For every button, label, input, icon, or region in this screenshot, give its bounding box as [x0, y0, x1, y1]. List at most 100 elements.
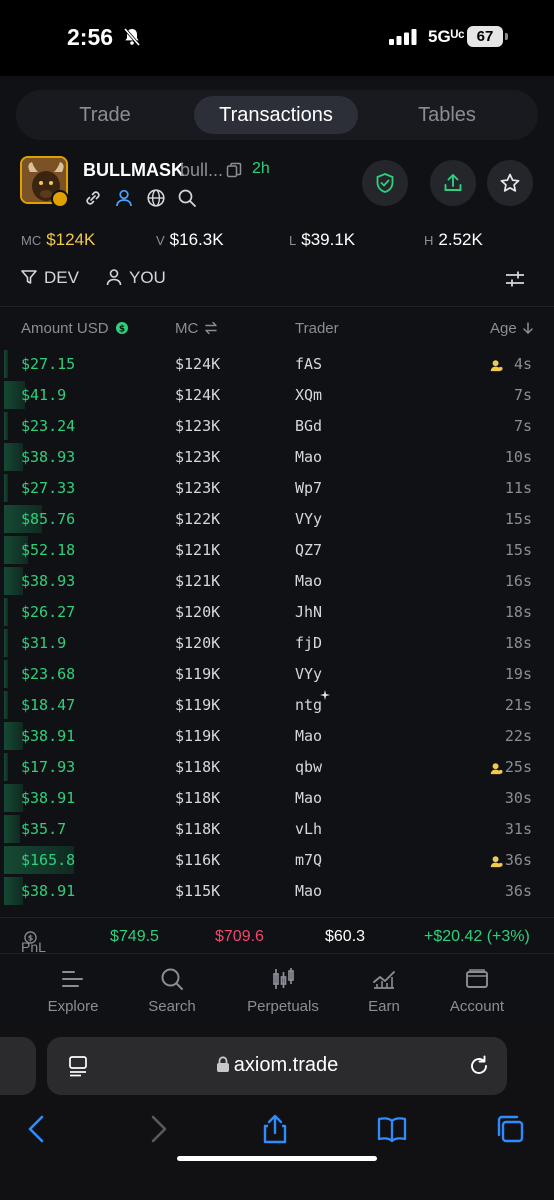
reload-icon[interactable] — [467, 1054, 491, 1078]
star-icon — [500, 173, 520, 192]
tab-trade[interactable]: Trade — [24, 96, 186, 134]
address-bar[interactable]: axiom.trade — [47, 1037, 507, 1095]
column-amount[interactable]: Amount USD $ — [21, 320, 129, 337]
row-trader[interactable]: Mao — [295, 882, 322, 900]
row-trader[interactable]: qbw — [295, 758, 322, 776]
globe-icon[interactable] — [146, 188, 166, 208]
row-amount: $38.93 — [21, 448, 76, 466]
row-trader[interactable]: XQm — [295, 386, 322, 404]
token-name: BULLMASK — [83, 160, 184, 180]
share-icon[interactable] — [259, 1113, 291, 1145]
row-amount: $27.15 — [21, 355, 76, 373]
search-icon — [161, 968, 183, 990]
search-small-icon[interactable] — [177, 188, 197, 208]
row-market-cap: $118K — [175, 789, 221, 807]
stat-market-cap: MC $124K — [21, 230, 96, 249]
tab-tables[interactable]: Tables — [366, 96, 528, 134]
top-trader-icon — [490, 761, 503, 775]
table-row[interactable]: $18.47 $119K ntg 21s — [0, 690, 554, 721]
column-trader[interactable]: Trader — [295, 320, 339, 337]
table-row[interactable]: $165.8 $116K m7Q 36s — [0, 845, 554, 876]
bell-muted-icon — [123, 28, 141, 46]
row-amount: $23.68 — [21, 665, 76, 683]
table-row[interactable]: $52.18 $121K QZ7 15s — [0, 535, 554, 566]
amount-volume-bar — [4, 474, 8, 502]
table-row[interactable]: $23.24 $123K BGd 7s — [0, 411, 554, 442]
table-row[interactable]: $38.91 $118K Mao 30s — [0, 783, 554, 814]
forward-icon[interactable] — [141, 1113, 173, 1145]
table-row[interactable]: $35.7 $118K vLh 31s — [0, 814, 554, 845]
nav-account[interactable]: Account — [427, 966, 527, 1015]
favorite-button[interactable] — [487, 160, 533, 206]
column-age[interactable]: Age — [490, 320, 535, 337]
table-row[interactable]: $27.15 $124K fAS 4s — [0, 349, 554, 380]
table-row[interactable]: $27.33 $123K Wp7 11s — [0, 473, 554, 504]
filters-bar: DEV YOU — [0, 266, 554, 300]
row-amount: $26.27 — [21, 603, 76, 621]
row-trader[interactable]: fAS — [295, 355, 322, 373]
row-amount: $165.8 — [21, 851, 76, 869]
explore-icon — [62, 971, 83, 987]
table-row[interactable]: $31.9 $120K fjD 18s — [0, 628, 554, 659]
table-row[interactable]: $41.9 $124K XQm 7s — [0, 380, 554, 411]
table-row[interactable]: $38.93 $121K Mao 16s — [0, 566, 554, 597]
row-market-cap: $122K — [175, 510, 221, 528]
row-trader[interactable]: VYy — [295, 510, 322, 528]
bookmarks-icon[interactable] — [376, 1113, 408, 1145]
row-age: 21s — [504, 696, 532, 714]
copy-icon[interactable] — [226, 162, 242, 178]
security-button[interactable] — [362, 160, 408, 206]
row-trader[interactable]: Mao — [295, 572, 322, 590]
row-trader[interactable]: Mao — [295, 789, 322, 807]
link-icon[interactable] — [83, 188, 103, 208]
sliders-icon[interactable] — [504, 268, 526, 290]
user-icon[interactable] — [114, 188, 134, 208]
row-trader[interactable]: QZ7 — [295, 541, 322, 559]
table-row[interactable]: $17.93 $118K qbw 25s — [0, 752, 554, 783]
row-age: 11s — [504, 479, 532, 497]
nav-earn[interactable]: Earn — [334, 966, 434, 1015]
nav-search[interactable]: Search — [122, 966, 222, 1015]
back-icon[interactable] — [22, 1113, 54, 1145]
row-trader[interactable]: Mao — [295, 448, 322, 466]
row-trader[interactable]: Mao — [295, 727, 322, 745]
table-row[interactable]: $26.27 $120K JhN 18s — [0, 597, 554, 628]
row-age: 36s — [504, 851, 532, 869]
table-row[interactable]: $38.91 $115K Mao 36s — [0, 876, 554, 907]
nav-perpetuals[interactable]: Perpetuals — [233, 966, 333, 1015]
filter-dev[interactable]: DEV — [20, 266, 79, 290]
row-trader[interactable]: Wp7 — [295, 479, 322, 497]
previous-tab-peek[interactable] — [0, 1037, 36, 1095]
tabs-icon[interactable] — [494, 1113, 526, 1145]
column-mc[interactable]: MC — [175, 320, 218, 337]
row-age: 4s — [513, 355, 532, 373]
nav-explore[interactable]: Explore — [23, 966, 123, 1015]
url-text: axiom.trade — [47, 1054, 507, 1077]
row-trader[interactable]: JhN — [295, 603, 322, 621]
stat-holders: H 2.52K — [424, 230, 483, 249]
tab-transactions[interactable]: Transactions — [194, 96, 358, 134]
row-market-cap: $123K — [175, 417, 221, 435]
table-row[interactable]: $23.68 $119K VYy 19s — [0, 659, 554, 690]
row-trader[interactable]: VYy — [295, 665, 322, 683]
table-row[interactable]: $85.76 $122K VYy 15s — [0, 504, 554, 535]
amount-volume-bar — [4, 691, 8, 719]
row-trader[interactable]: fjD — [295, 634, 322, 652]
table-row[interactable]: $38.91 $119K Mao 22s — [0, 721, 554, 752]
pnl-bar: PnL $ $749.5 $709.6 $60.3 +$20.42 (+3%) — [0, 917, 554, 955]
pnl-total: +$20.42 (+3%) — [424, 928, 530, 945]
row-amount: $35.7 — [21, 820, 67, 838]
filter-you[interactable]: YOU — [105, 266, 166, 290]
signal-icon — [389, 29, 417, 45]
row-market-cap: $123K — [175, 479, 221, 497]
row-age: 18s — [504, 603, 532, 621]
row-trader[interactable]: vLh — [295, 820, 322, 838]
bottom-nav: Explore Search Perpetuals Earn Account — [0, 953, 554, 1030]
row-trader[interactable]: m7Q — [295, 851, 322, 869]
share-button[interactable] — [430, 160, 476, 206]
row-trader[interactable]: ntg — [295, 696, 322, 714]
currency-switch-icon: $ — [115, 322, 128, 335]
table-row[interactable]: $38.93 $123K Mao 10s — [0, 442, 554, 473]
stat-liquidity: L $39.1K — [289, 230, 356, 249]
row-trader[interactable]: BGd — [295, 417, 322, 435]
